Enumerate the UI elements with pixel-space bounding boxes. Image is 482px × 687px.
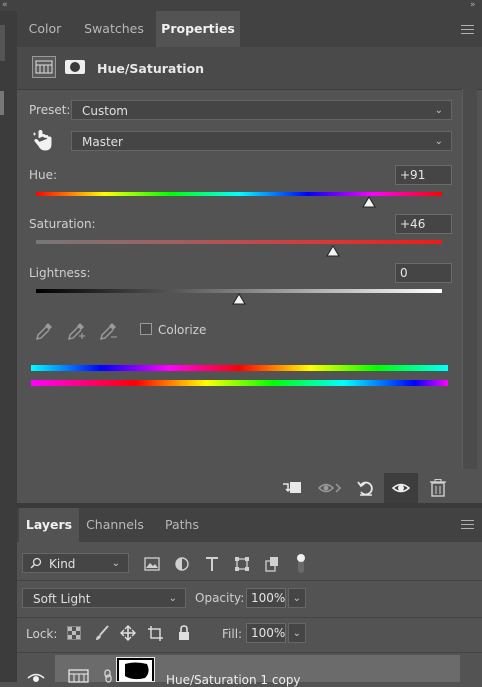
- hue-saturation-adjustment-icon[interactable]: [32, 56, 56, 78]
- preset-value: Custom: [82, 104, 128, 118]
- filter-toggle-switch[interactable]: [296, 553, 306, 575]
- filter-smart-object-icon[interactable]: [263, 555, 281, 573]
- fill-dropdown-button[interactable]: ⌄: [288, 623, 306, 643]
- filter-type-icon[interactable]: [203, 555, 221, 573]
- dock-handle-2[interactable]: [0, 91, 4, 115]
- layer-mask-thumbnail[interactable]: [116, 657, 155, 682]
- hue-label: Hue:: [29, 168, 58, 182]
- tab-properties[interactable]: Properties: [156, 11, 240, 47]
- view-previous-icon[interactable]: [317, 478, 343, 498]
- lock-transparent-pixels-icon[interactable]: [66, 625, 82, 641]
- tab-paths[interactable]: Paths: [160, 508, 204, 542]
- reset-icon[interactable]: [355, 478, 377, 498]
- top-strip: « »: [0, 0, 482, 11]
- eyedropper-subtract-icon[interactable]: [97, 320, 119, 342]
- chevron-down-icon: ⌄: [434, 105, 443, 116]
- blend-mode-value: Soft Light: [33, 592, 91, 606]
- lightness-value-input[interactable]: 0: [395, 263, 452, 283]
- dock-handle[interactable]: [0, 25, 5, 61]
- left-dock-strip: [0, 11, 17, 682]
- panel-menu-icon[interactable]: [461, 25, 474, 35]
- clip-to-layer-icon[interactable]: [281, 478, 303, 498]
- layers-panel-menu-icon[interactable]: [461, 520, 474, 530]
- layer-filter-dropdown[interactable]: Kind ⌄: [22, 553, 129, 573]
- lightness-label: Lightness:: [29, 266, 91, 280]
- fill-label: Fill:: [222, 627, 243, 641]
- shifted-spectrum-bar: [31, 365, 448, 371]
- preset-dropdown[interactable]: Custom ⌄: [71, 100, 452, 120]
- colorize-checkbox[interactable]: [140, 323, 152, 335]
- lock-all-icon[interactable]: [176, 625, 192, 641]
- row-divider: [17, 652, 482, 653]
- colorize-label: Colorize: [158, 323, 207, 337]
- blend-mode-dropdown[interactable]: Soft Light ⌄: [22, 588, 186, 608]
- hue-saturation-adjustment-icon: [67, 667, 91, 683]
- tab-layers[interactable]: Layers: [19, 508, 79, 542]
- channel-dropdown[interactable]: Master ⌄: [71, 131, 452, 151]
- hue-slider-thumb[interactable]: [362, 196, 376, 211]
- saturation-label: Saturation:: [29, 217, 96, 231]
- filter-kind-value: Kind: [49, 557, 76, 571]
- chain-link-icon[interactable]: [103, 669, 113, 683]
- lock-artboard-icon[interactable]: [147, 625, 163, 641]
- lock-image-pixels-icon[interactable]: [94, 625, 110, 641]
- layer-visibility-cell[interactable]: [17, 655, 55, 682]
- layer-mask-icon[interactable]: [64, 57, 86, 77]
- preset-label: Preset:: [29, 103, 71, 117]
- chevron-down-icon: ⌄: [292, 628, 301, 639]
- fill-input[interactable]: 100%: [246, 623, 286, 643]
- search-icon: [30, 554, 42, 578]
- filter-pixel-icon[interactable]: [143, 555, 161, 573]
- tab-swatches[interactable]: Swatches: [77, 11, 151, 47]
- saturation-slider-track[interactable]: [36, 240, 442, 244]
- hue-slider-track[interactable]: [36, 192, 442, 196]
- properties-scrollbar[interactable]: [462, 89, 477, 469]
- collapse-left-icon[interactable]: «: [2, 0, 8, 10]
- opacity-label: Opacity:: [195, 591, 245, 605]
- saturation-value-input[interactable]: +46: [395, 214, 452, 234]
- layer-name[interactable]: Hue/Saturation 1 copy: [166, 673, 301, 687]
- adjustment-header: [17, 47, 482, 90]
- chevron-down-icon: ⌄: [292, 593, 301, 604]
- hue-value-input[interactable]: +91: [395, 165, 452, 185]
- opacity-input[interactable]: 100%: [246, 588, 286, 608]
- chevron-down-icon: ⌄: [111, 558, 120, 569]
- targeted-adjustment-hand-icon[interactable]: [31, 128, 55, 154]
- row-divider: [17, 617, 482, 618]
- row-divider: [17, 580, 482, 581]
- channel-value: Master: [82, 135, 123, 149]
- tab-color[interactable]: Color: [19, 11, 71, 47]
- saturation-slider-thumb[interactable]: [326, 245, 340, 260]
- original-spectrum-bar: [31, 380, 448, 386]
- eyedropper-icon[interactable]: [33, 320, 55, 342]
- chevron-down-icon: ⌄: [168, 593, 177, 604]
- lock-label: Lock:: [26, 627, 58, 641]
- lightness-slider-thumb[interactable]: [232, 293, 246, 308]
- trash-icon[interactable]: [428, 478, 448, 498]
- filter-shape-icon[interactable]: [233, 555, 251, 573]
- opacity-dropdown-button[interactable]: ⌄: [288, 588, 306, 608]
- filter-adjustment-icon[interactable]: [173, 555, 191, 573]
- lock-position-icon[interactable]: [120, 625, 136, 641]
- collapse-right-icon[interactable]: »: [470, 0, 476, 10]
- layer-row[interactable]: Hue/Saturation 1 copy: [55, 655, 460, 687]
- tab-channels[interactable]: Channels: [84, 508, 146, 542]
- chevron-down-icon: ⌄: [434, 136, 443, 147]
- eyedropper-add-icon[interactable]: [65, 320, 87, 342]
- toggle-visibility-button[interactable]: [384, 473, 418, 503]
- adjustment-title: Hue/Saturation: [97, 61, 205, 76]
